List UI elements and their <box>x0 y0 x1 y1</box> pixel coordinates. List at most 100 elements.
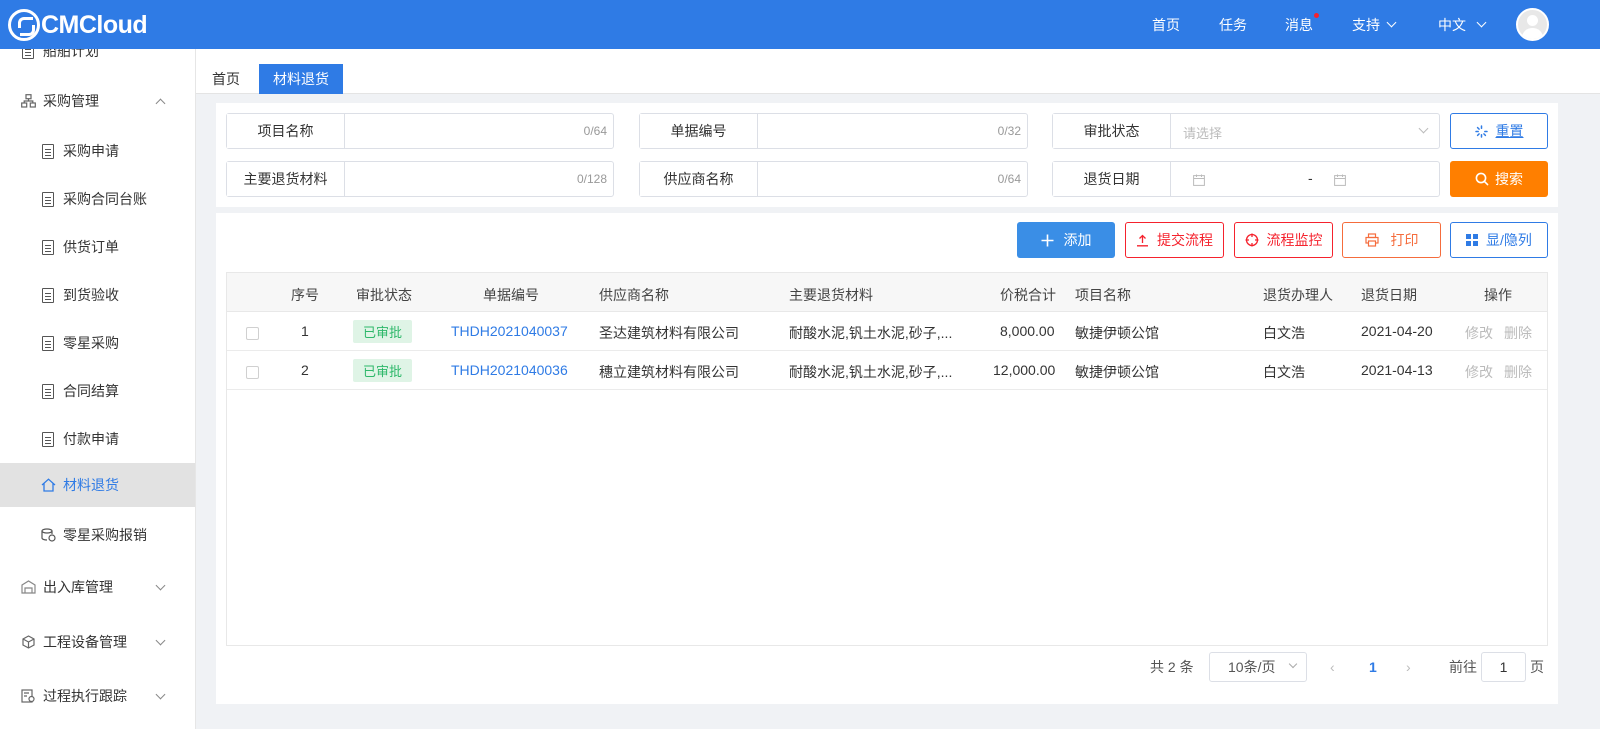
table-row[interactable]: 1 已审批 THDH2021040037 圣达建筑材料有限公司 耐酸水泥,钒土水… <box>227 312 1547 351</box>
nav-support-label: 支持 <box>1352 16 1380 33</box>
add-label: 添加 <box>1063 232 1092 248</box>
tab-home[interactable]: 首页 <box>209 64 243 94</box>
sidebar-group-tracking[interactable]: 过程执行跟踪 <box>0 674 195 718</box>
sidebar-item-label: 零星采购 <box>63 335 119 351</box>
chevron-down-icon <box>155 580 166 591</box>
print-label: 打印 <box>1390 232 1419 248</box>
sidebar-item-label: 供货订单 <box>63 239 119 255</box>
calendar-icon <box>1334 173 1346 189</box>
sidebar-item-misc-reimbursement[interactable]: 零星采购报销 <box>0 513 195 557</box>
doc-icon <box>20 49 36 59</box>
sidebar-item-arrival-inspection[interactable]: 到货验收 <box>0 273 195 317</box>
search-button[interactable]: 搜索 <box>1450 161 1548 197</box>
language-dropdown[interactable]: 中文 <box>1438 0 1487 49</box>
amount-cell: 12,000.00 <box>993 362 1056 378</box>
reset-button[interactable]: 重置 <box>1450 113 1548 149</box>
sidebar-item-supply-order[interactable]: 供货订单 <box>0 225 195 269</box>
prev-page-button[interactable]: ‹ <box>1330 652 1335 682</box>
cube-icon <box>20 634 36 650</box>
page-number-current[interactable]: 1 <box>1369 652 1377 682</box>
chevron-right-icon: › <box>1406 659 1411 675</box>
supplier-cell: 圣达建筑材料有限公司 <box>599 325 739 341</box>
return-date-range[interactable]: 退货日期 - <box>1052 161 1440 197</box>
supplier-input[interactable]: 0/64 <box>758 162 1027 196</box>
date-range-input[interactable]: - <box>1171 162 1439 196</box>
unread-dot-icon <box>1314 12 1319 18</box>
doc-no-input[interactable]: 0/32 <box>758 114 1027 148</box>
add-button[interactable]: 添加 <box>1017 222 1115 258</box>
sidebar-group-procurement[interactable]: 采购管理 <box>0 79 195 123</box>
row-index: 1 <box>301 323 309 339</box>
sidebar-item-contract-ledger[interactable]: 采购合同台账 <box>0 177 195 221</box>
data-table: 序号 审批状态 单据编号 供应商名称 主要退货材料 价税合计 项目名称 退货办理… <box>226 272 1548 646</box>
submit-flow-button[interactable]: 提交流程 <box>1125 222 1224 258</box>
nav-tasks[interactable]: 任务 <box>1219 0 1247 49</box>
toggle-columns-button[interactable]: 显/隐列 <box>1450 222 1548 258</box>
sidebar-item-contract-settlement[interactable]: 合同结算 <box>0 369 195 413</box>
char-count: 0/128 <box>576 172 607 186</box>
sidebar-item-label: 采购申请 <box>63 143 119 159</box>
table-row[interactable]: 2 已审批 THDH2021040036 穗立建筑材料有限公司 耐酸水泥,钒土水… <box>227 351 1547 390</box>
search-icon <box>1475 172 1489 186</box>
project-name-field[interactable]: 项目名称 0/64 <box>226 113 614 149</box>
clipboard-icon <box>40 143 56 159</box>
date-cell: 2021-04-20 <box>1361 323 1433 339</box>
warehouse-icon <box>20 579 36 595</box>
supplier-cell: 穗立建筑材料有限公司 <box>599 364 739 380</box>
project-name-input[interactable]: 0/64 <box>345 114 613 148</box>
page-size-select[interactable]: 10条/页 <box>1209 652 1307 682</box>
logo[interactable]: CMCloud <box>8 8 148 42</box>
nav-home[interactable]: 首页 <box>1152 0 1180 49</box>
approval-status-select[interactable]: 审批状态 请选择 <box>1052 113 1440 149</box>
edit-link[interactable]: 修改 <box>1465 323 1493 343</box>
top-bar: CMCloud 首页 任务 消息 支持 中文 <box>0 0 1600 49</box>
edit-link[interactable]: 修改 <box>1465 362 1493 382</box>
delete-link[interactable]: 删除 <box>1504 323 1532 343</box>
approval-status-input[interactable]: 请选择 <box>1171 114 1439 148</box>
tab-material-return[interactable]: 材料退货 <box>259 64 343 94</box>
goto-label: 前往 <box>1449 652 1477 682</box>
row-checkbox[interactable] <box>246 366 259 379</box>
goto-page-input[interactable]: 1 <box>1481 652 1526 682</box>
char-count: 0/64 <box>583 124 607 138</box>
doc-no-link[interactable]: THDH2021040036 <box>451 362 568 378</box>
main-material-field[interactable]: 主要退货材料 0/128 <box>226 161 614 197</box>
sidebar-item-material-return[interactable]: 材料退货 <box>0 463 195 507</box>
flow-monitor-button[interactable]: 流程监控 <box>1234 222 1333 258</box>
sidebar-item-payment-request[interactable]: 付款申请 <box>0 417 195 461</box>
logo-text: CMCloud <box>41 10 148 39</box>
sidebar-group-label: 工程设备管理 <box>43 634 127 650</box>
doc-no-link[interactable]: THDH2021040037 <box>451 323 568 339</box>
doc-icon <box>40 335 56 351</box>
column-header: 序号 <box>291 287 319 303</box>
sidebar-group-warehouse[interactable]: 出入库管理 <box>0 565 195 609</box>
nav-messages-label-wrap: 消息 <box>1285 12 1319 35</box>
doc-no-field[interactable]: 单据编号 0/32 <box>639 113 1028 149</box>
chevron-down-icon <box>1476 17 1487 28</box>
chevron-down-icon <box>1386 17 1397 28</box>
next-page-button[interactable]: › <box>1406 652 1411 682</box>
char-count: 0/64 <box>997 172 1021 186</box>
nav-messages[interactable]: 消息 <box>1285 0 1319 49</box>
nav-support-dropdown[interactable]: 支持 <box>1352 0 1397 49</box>
sidebar-group-label: 过程执行跟踪 <box>43 688 127 704</box>
column-header: 退货办理人 <box>1263 287 1333 303</box>
sidebar-item-label: 零星采购报销 <box>63 527 147 543</box>
print-button[interactable]: 打印 <box>1342 222 1441 258</box>
sidebar-item-purchase-request[interactable]: 采购申请 <box>0 129 195 173</box>
row-index: 2 <box>301 362 309 378</box>
sidebar-item-partial[interactable]: 船舶计划 <box>0 49 195 73</box>
sidebar-item-label: 到货验收 <box>63 287 119 303</box>
supplier-field[interactable]: 供应商名称 0/64 <box>639 161 1028 197</box>
calendar-icon <box>1193 173 1205 189</box>
sidebar-item-misc-purchase[interactable]: 零星采购 <box>0 321 195 365</box>
row-checkbox[interactable] <box>246 327 259 340</box>
avatar[interactable] <box>1516 8 1549 41</box>
amount-cell: 8,000.00 <box>1000 323 1055 339</box>
language-label: 中文 <box>1438 16 1466 33</box>
main-material-input[interactable]: 0/128 <box>345 162 613 196</box>
chevron-down-icon <box>1288 659 1298 669</box>
delete-link[interactable]: 删除 <box>1504 362 1532 382</box>
field-label: 审批状态 <box>1053 114 1171 148</box>
sidebar-group-equipment[interactable]: 工程设备管理 <box>0 620 195 664</box>
